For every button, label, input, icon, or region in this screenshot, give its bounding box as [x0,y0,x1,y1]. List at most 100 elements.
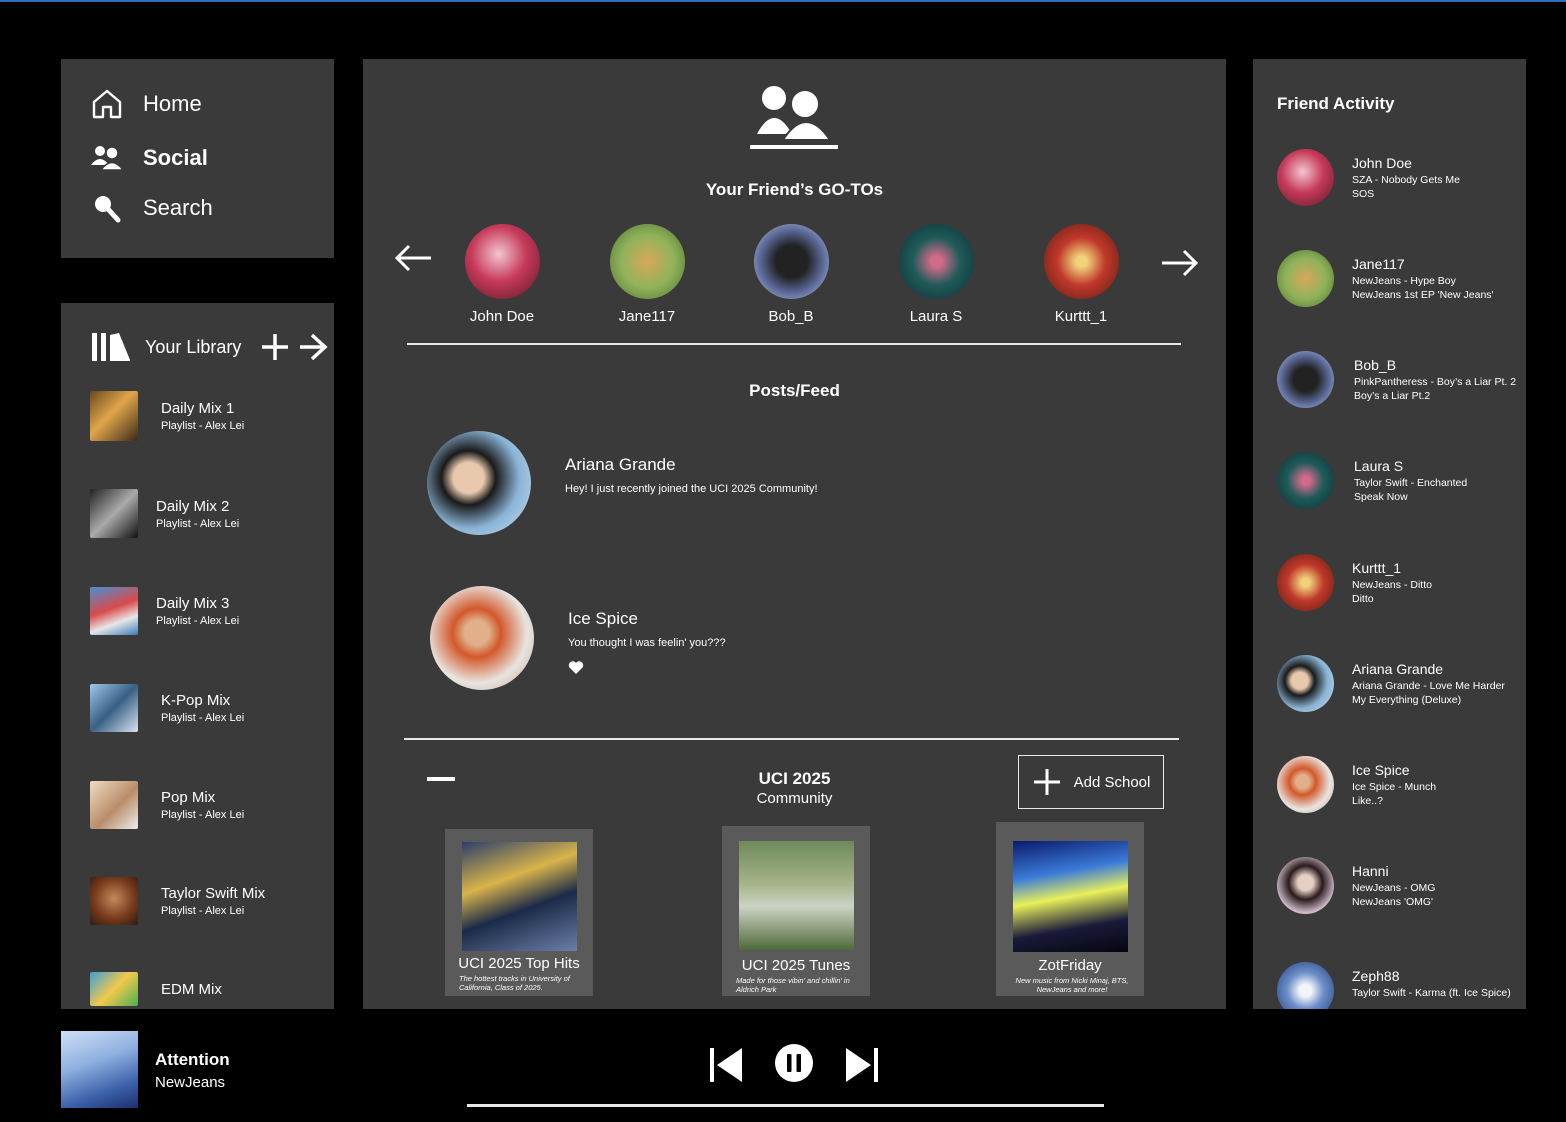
activity-name: John Doe [1352,155,1412,171]
nav-item-search[interactable]: Search [90,191,213,225]
divider [404,738,1179,740]
playlist-subtitle: Playlist - Alex Lei [156,615,240,627]
activity-item[interactable]: Ariana Grande Ariana Grande - Love Me Har… [1277,655,1505,712]
friend-goto[interactable]: Laura S [886,224,986,325]
playlist-subtitle: Playlist - Alex Lei [161,809,245,821]
add-school-label: Add School [1073,773,1151,791]
friend-name: John Doe [469,308,535,325]
library-icon[interactable] [91,332,131,362]
library-item[interactable]: Pop Mix Playlist - Alex Lei [90,781,244,829]
playlist-title: Pop Mix [161,789,216,806]
activity-name: Kurttt_1 [1352,560,1402,576]
library-item[interactable]: K-Pop Mix Playlist - Alex Lei [90,684,244,732]
library-panel: Your Library Daily Mix 1 Playlist - Alex … [61,303,334,1009]
community-playlist-card[interactable]: UCI 2025 Top Hits The hottest tracks in … [445,829,593,996]
activity-album: NewJeans 1st EP 'New Jeans' [1352,289,1494,301]
activity-item[interactable]: Jane117 NewJeans - Hype Boy NewJeans 1st E… [1277,250,1494,307]
playlist-cover [90,391,138,441]
activity-track: PinkPantheress - Boy’s a Liar Pt. 2 [1354,376,1517,388]
playlist-cover [90,972,138,1006]
friend-avatar [1277,149,1334,206]
friend-goto[interactable]: Jane117 [597,224,697,325]
playlist-cover [90,587,138,635]
feed-post: Ice Spice You thought I was feelin' you?… [430,586,726,690]
library-item[interactable]: Daily Mix 2 Playlist - Alex Lei [90,489,239,538]
feed-post: Ariana Grande Hey! I just recently joine… [427,431,818,535]
now-playing-cover[interactable] [61,1031,138,1108]
activity-album: NewJeans 'OMG' [1352,896,1434,908]
next-track-icon[interactable] [845,1047,879,1083]
pause-button-icon[interactable] [774,1043,814,1083]
playlist-cover [90,489,138,538]
activity-name: Ice Spice [1352,762,1410,778]
nav-label-social: Social [143,145,208,170]
post-avatar[interactable] [430,586,534,690]
activity-item[interactable]: Bob_B PinkPantheress - Boy’s a Liar Pt. 2… [1277,351,1516,408]
card-title: ZotFriday [1038,957,1102,974]
friend-avatar [1277,962,1334,1009]
activity-track: Taylor Swift - Karma (ft. Ice Spice) [1352,987,1511,999]
window-top-border [0,0,1566,2]
activity-track: Ice Spice - Munch [1352,781,1437,793]
activity-track: NewJeans - Hype Boy [1352,275,1456,287]
now-playing-title[interactable]: Attention [155,1050,230,1070]
friend-activity-title: Friend Activity [1277,94,1395,113]
community-playlist-card[interactable]: ZotFriday New music from Nicki Minaj, BT… [996,822,1144,996]
activity-item[interactable]: Kurttt_1 NewJeans - Ditto Ditto [1277,554,1432,611]
post-text: Hey! I just recently joined the UCI 2025… [565,483,818,495]
playlist-title: Daily Mix 1 [161,400,235,417]
community-playlist-card[interactable]: UCI 2025 Tunes Made for those vibin' and… [722,826,870,996]
friend-avatar [1277,250,1334,307]
activity-album: Ditto [1352,593,1374,605]
activity-name: Bob_B [1354,357,1397,373]
arrow-right-icon[interactable] [1160,248,1200,278]
activity-track: NewJeans - Ditto [1352,579,1432,591]
nav-panel: Home Social Search [61,59,334,258]
playlist-subtitle: Playlist - Alex Lei [161,712,245,724]
library-item[interactable]: Daily Mix 1 Playlist - Alex Lei [90,391,244,441]
post-author[interactable]: Ice Spice [568,609,726,629]
activity-item[interactable]: Laura S Taylor Swift - Enchanted Speak Now [1277,452,1467,509]
nav-item-social[interactable]: Social [90,141,208,175]
card-title: UCI 2025 Tunes [741,957,851,974]
library-item[interactable]: Daily Mix 3 Playlist - Alex Lei [90,587,239,635]
nav-item-home[interactable]: Home [90,87,202,121]
plus-icon [1033,769,1060,795]
friend-avatar [898,224,974,299]
main-panel: Your Friend’s GO-TOs John Doe Jane117 Bo… [363,59,1226,1009]
activity-name: Jane117 [1352,256,1405,272]
previous-track-icon[interactable] [709,1047,743,1083]
activity-name: Hanni [1352,863,1389,879]
card-description: New music from Nicki Minaj, BTS, NewJean… [1015,976,1129,994]
nav-label-search: Search [143,195,213,220]
friend-avatar [1277,351,1334,408]
gotos-title: Your Friend’s GO-TOs [705,180,884,199]
now-playing-artist[interactable]: NewJeans [155,1074,225,1091]
card-description: Made for those vibin' and chillin' in Al… [736,976,850,994]
friend-goto[interactable]: Kurttt_1 [1031,224,1131,325]
post-avatar[interactable] [427,431,531,535]
social-header-icon [750,84,840,156]
add-playlist-icon[interactable] [259,331,291,363]
library-item[interactable]: Taylor Swift Mix Playlist - Alex Lei [90,877,265,925]
card-description: The hottest tracks in University of Cali… [459,974,570,992]
activity-item[interactable]: Ice Spice Ice Spice - Munch Like..? [1277,756,1436,813]
friend-avatar [1277,756,1334,813]
activity-track: Ariana Grande - Love Me Harder [1352,680,1505,692]
friend-goto[interactable]: John Doe [452,224,552,325]
library-item[interactable]: EDM Mix [90,972,222,1006]
activity-item[interactable]: John Doe SZA - Nobody Gets Me SOS [1277,149,1460,206]
add-school-button[interactable]: Add School [1018,755,1164,809]
playback-progress-bar[interactable] [467,1104,1104,1107]
activity-item[interactable]: Zeph88 Taylor Swift - Karma (ft. Ice Spic… [1277,962,1511,1009]
expand-library-arrow-icon[interactable] [297,331,329,363]
post-author[interactable]: Ariana Grande [565,455,818,475]
playlist-cover [90,684,138,732]
friend-goto[interactable]: Bob_B [741,224,841,325]
arrow-left-icon[interactable] [393,243,433,273]
activity-item[interactable]: Hanni NewJeans - OMG NewJeans 'OMG' [1277,857,1435,914]
like-heart-icon[interactable] [568,660,584,675]
friend-name: Jane117 [618,308,676,325]
library-header: Your Library [91,331,329,363]
activity-track: SZA - Nobody Gets Me [1352,174,1460,186]
